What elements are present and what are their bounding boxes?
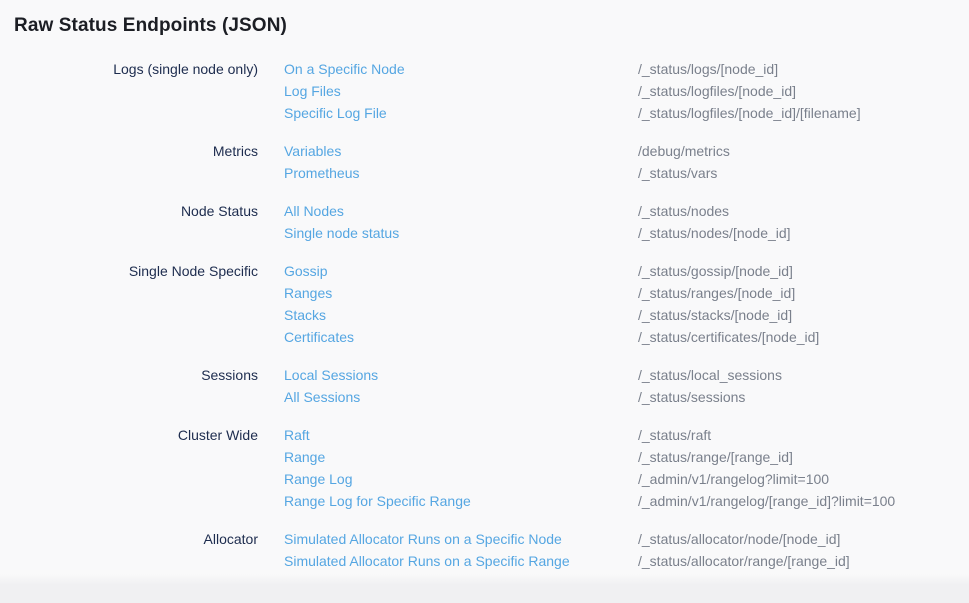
endpoint-link[interactable]: Ranges (284, 282, 638, 304)
category-label: Cluster Wide (0, 424, 258, 446)
endpoint-path: /_status/range/[range_id] (638, 446, 793, 468)
endpoint-link[interactable]: Stacks (284, 304, 638, 326)
endpoint-row: All Nodes /_status/nodes (258, 200, 969, 222)
endpoint-link[interactable]: Range Log for Specific Range (284, 490, 638, 512)
endpoint-path: /_status/stacks/[node_id] (638, 304, 792, 326)
endpoint-link[interactable]: Specific Log File (284, 102, 638, 124)
endpoint-row: Single node status /_status/nodes/[node_… (258, 222, 969, 244)
endpoint-row: Range /_status/range/[range_id] (258, 446, 969, 468)
endpoint-section: Logs (single node only) On a Specific No… (0, 58, 969, 124)
endpoint-row: Variables /debug/metrics (258, 140, 969, 162)
endpoint-path: /_status/raft (638, 424, 711, 446)
debug-page: Raw Status Endpoints (JSON) Logs (single… (0, 0, 969, 603)
endpoint-path: /_status/sessions (638, 386, 745, 408)
endpoint-path: /debug/metrics (638, 140, 730, 162)
endpoint-link[interactable]: Range (284, 446, 638, 468)
endpoint-path: /_status/gossip/[node_id] (638, 260, 793, 282)
endpoint-section: Single Node Specific Gossip /_status/gos… (0, 260, 969, 348)
section-rows: Local Sessions /_status/local_sessions A… (258, 364, 969, 408)
endpoint-path: /_status/allocator/range/[range_id] (638, 550, 850, 572)
endpoint-link[interactable]: Local Sessions (284, 364, 638, 386)
section-rows: Raft /_status/raft Range /_status/range/… (258, 424, 969, 512)
endpoint-row: All Sessions /_status/sessions (258, 386, 969, 408)
endpoint-row: Local Sessions /_status/local_sessions (258, 364, 969, 386)
endpoint-path: /_status/logfiles/[node_id]/[filename] (638, 102, 861, 124)
endpoint-section: Node Status All Nodes /_status/nodes Sin… (0, 200, 969, 244)
endpoint-link[interactable]: All Nodes (284, 200, 638, 222)
endpoint-section: Sessions Local Sessions /_status/local_s… (0, 364, 969, 408)
page-title: Raw Status Endpoints (JSON) (14, 13, 969, 39)
endpoint-row: Simulated Allocator Runs on a Specific R… (258, 550, 969, 572)
endpoint-link[interactable]: Single node status (284, 222, 638, 244)
endpoint-link[interactable]: Certificates (284, 326, 638, 348)
endpoint-path: /_status/logs/[node_id] (638, 58, 778, 80)
endpoint-link[interactable]: All Sessions (284, 386, 638, 408)
section-rows: Simulated Allocator Runs on a Specific N… (258, 528, 969, 572)
endpoint-path: /_status/nodes/[node_id] (638, 222, 791, 244)
endpoint-path: /_status/allocator/node/[node_id] (638, 528, 840, 550)
endpoint-row: Ranges /_status/ranges/[node_id] (258, 282, 969, 304)
category-label: Logs (single node only) (0, 58, 258, 80)
endpoint-path: /_admin/v1/rangelog?limit=100 (638, 468, 829, 490)
endpoint-section: Allocator Simulated Allocator Runs on a … (0, 528, 969, 572)
endpoint-row: Raft /_status/raft (258, 424, 969, 446)
endpoint-path: /_status/local_sessions (638, 364, 782, 386)
endpoint-section: Cluster Wide Raft /_status/raft Range /_… (0, 424, 969, 512)
section-rows: All Nodes /_status/nodes Single node sta… (258, 200, 969, 244)
category-label: Single Node Specific (0, 260, 258, 282)
endpoint-path: /_admin/v1/rangelog/[range_id]?limit=100 (638, 490, 895, 512)
section-rows: Gossip /_status/gossip/[node_id] Ranges … (258, 260, 969, 348)
section-rows: On a Specific Node /_status/logs/[node_i… (258, 58, 969, 124)
category-label: Node Status (0, 200, 258, 222)
category-label: Allocator (0, 528, 258, 550)
endpoint-path: /_status/certificates/[node_id] (638, 326, 819, 348)
endpoint-row: Log Files /_status/logfiles/[node_id] (258, 80, 969, 102)
endpoint-table: Logs (single node only) On a Specific No… (0, 58, 969, 572)
endpoint-row: Stacks /_status/stacks/[node_id] (258, 304, 969, 326)
endpoint-link[interactable]: Prometheus (284, 162, 638, 184)
endpoint-row: Range Log /_admin/v1/rangelog?limit=100 (258, 468, 969, 490)
endpoint-link[interactable]: Simulated Allocator Runs on a Specific R… (284, 550, 638, 572)
endpoint-path: /_status/vars (638, 162, 717, 184)
endpoint-row: Certificates /_status/certificates/[node… (258, 326, 969, 348)
endpoint-link[interactable]: Log Files (284, 80, 638, 102)
endpoint-path: /_status/ranges/[node_id] (638, 282, 795, 304)
endpoint-path: /_status/logfiles/[node_id] (638, 80, 796, 102)
category-label: Metrics (0, 140, 258, 162)
endpoint-link[interactable]: Range Log (284, 468, 638, 490)
section-rows: Variables /debug/metrics Prometheus /_st… (258, 140, 969, 184)
endpoint-path: /_status/nodes (638, 200, 729, 222)
endpoint-section: Metrics Variables /debug/metrics Prometh… (0, 140, 969, 184)
endpoint-row: Prometheus /_status/vars (258, 162, 969, 184)
endpoint-row: Gossip /_status/gossip/[node_id] (258, 260, 969, 282)
endpoint-link[interactable]: Gossip (284, 260, 638, 282)
endpoint-link[interactable]: Raft (284, 424, 638, 446)
endpoint-row: On a Specific Node /_status/logs/[node_i… (258, 58, 969, 80)
endpoint-row: Specific Log File /_status/logfiles/[nod… (258, 102, 969, 124)
endpoint-link[interactable]: Simulated Allocator Runs on a Specific N… (284, 528, 638, 550)
endpoint-row: Simulated Allocator Runs on a Specific N… (258, 528, 969, 550)
endpoint-link[interactable]: Variables (284, 140, 638, 162)
endpoint-link[interactable]: On a Specific Node (284, 58, 638, 80)
category-label: Sessions (0, 364, 258, 386)
endpoint-row: Range Log for Specific Range /_admin/v1/… (258, 490, 969, 512)
